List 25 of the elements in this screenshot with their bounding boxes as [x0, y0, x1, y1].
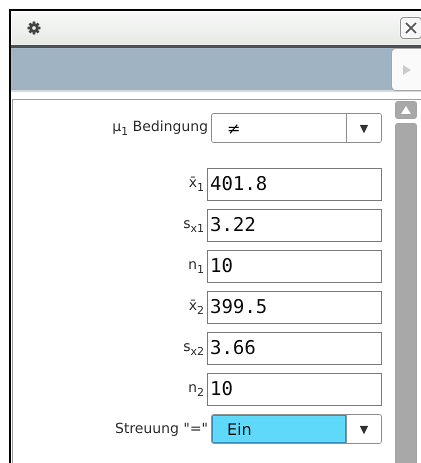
field-label: s$_{x1}$ — [183, 216, 204, 234]
field-label: Streuung "=" — [114, 421, 208, 437]
expand-tab[interactable] — [391, 48, 421, 91]
field-label: x̄$_{1}$ — [188, 174, 204, 194]
scroll-up-button[interactable] — [395, 101, 417, 119]
settings-icon[interactable] — [27, 21, 41, 35]
field-label: n$_{1}$ — [188, 256, 204, 276]
input-field[interactable]: 401.8 — [207, 168, 382, 200]
dropdown[interactable]: ≠ ▼ — [211, 113, 382, 143]
input-field[interactable]: 10 — [207, 250, 382, 282]
field-label: n$_{2}$ — [188, 380, 204, 398]
close-button[interactable] — [400, 17, 421, 39]
close-icon — [404, 21, 418, 35]
field-label: s$_{x2}$ — [183, 338, 204, 358]
input-field[interactable]: 3.66 — [207, 332, 382, 364]
dropdown[interactable]: Ein ▼ — [211, 414, 382, 444]
right-triangle-icon — [402, 64, 410, 74]
field-label: μ$_{1}$ Bedingung — [112, 118, 208, 138]
input-field[interactable]: 3.22 — [207, 208, 382, 242]
input-field[interactable]: 399.5 — [207, 290, 382, 324]
field-label: x̄$_{2}$ — [188, 298, 204, 316]
dropdown-value: ≠ — [226, 118, 242, 140]
up-triangle-icon — [401, 106, 411, 114]
dropdown-value: Ein — [212, 415, 346, 443]
input-field[interactable]: 10 — [207, 372, 382, 406]
